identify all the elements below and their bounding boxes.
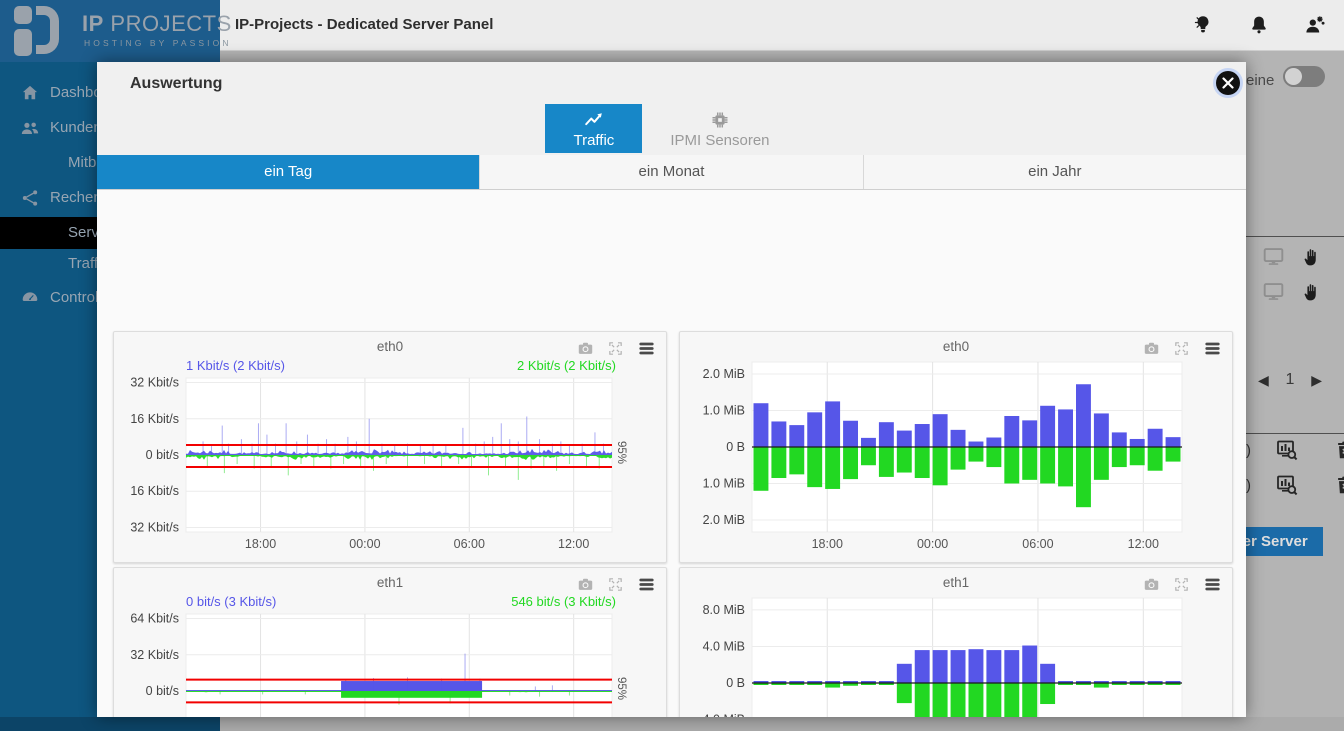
home-icon: [20, 83, 40, 103]
svg-text:00:00: 00:00: [917, 537, 948, 551]
range-tab-bar: ein Tagein Monatein Jahr: [97, 155, 1246, 190]
server-action-row: ): [1246, 438, 1344, 462]
tab-ipmi-sensoren[interactable]: IPMI Sensoren: [642, 104, 797, 153]
svg-text:12:00: 12:00: [558, 537, 589, 551]
chart-line: [583, 109, 605, 131]
topbar-icons: [1192, 0, 1326, 50]
percentile-label: 95%: [615, 677, 627, 700]
svg-text:06:00: 06:00: [454, 537, 485, 551]
lightbulb-icon: [1192, 14, 1214, 36]
svg-text:32 Kbit/s: 32 Kbit/s: [130, 376, 179, 390]
chart-plot: 18:00 00:00 06:00 12:00 32 Kbit/s 16 Kbit/s 0 …: [114, 332, 666, 562]
brand-tagline: HOSTING BY PASSION: [84, 38, 232, 48]
logo[interactable]: IP PROJECTS HOSTING BY PASSION: [0, 0, 220, 62]
svg-text:0 bit/s: 0 bit/s: [146, 684, 179, 698]
tab-bar: Traffic IPMI Sensoren: [97, 104, 1246, 153]
server-action-row: ): [1246, 473, 1344, 497]
next-page-icon[interactable]: ▶: [1311, 372, 1322, 389]
server-row: [1262, 280, 1323, 303]
chart-plot: 18:0000:0006:0012:008.0 MiB4.0 MiB0 B4.0…: [680, 568, 1232, 717]
trash-icon[interactable]: [1334, 439, 1344, 461]
auswertung-modal: Auswertung TrafficIPMI Sensoren ein Tage…: [97, 62, 1246, 717]
sidebar-item-label: Kunden: [50, 112, 102, 144]
svg-text:12:00: 12:00: [1128, 537, 1159, 551]
svg-text:06:00: 06:00: [1022, 537, 1053, 551]
truncated-text-fragment: ): [1246, 477, 1251, 494]
svg-text:32 Kbit/s: 32 Kbit/s: [130, 648, 179, 662]
lightbulb-icon[interactable]: [1192, 14, 1214, 36]
charts-body: eth01 Kbit/s (2 Kbit/s)2 Kbit/s (2 Kbit/…: [97, 190, 1246, 717]
svg-text:64 Kbit/s: 64 Kbit/s: [130, 612, 179, 626]
trash-icon[interactable]: [1334, 474, 1344, 496]
page-bottom-strip: [220, 717, 1344, 731]
bell-icon[interactable]: [1248, 14, 1270, 36]
sidebar-footer-strip: [0, 717, 220, 731]
page-title: IP-Projects - Dedicated Server Panel: [235, 0, 493, 50]
gauge-icon: [20, 288, 40, 308]
chart-search-icon[interactable]: [1275, 473, 1299, 497]
hand-icon[interactable]: [1303, 247, 1323, 267]
close-button[interactable]: [1216, 71, 1240, 95]
chart-panel-eth0: eth01 Kbit/s (2 Kbit/s)2 Kbit/s (2 Kbit/…: [113, 331, 667, 563]
brand-text: IP PROJECTS: [82, 11, 232, 37]
modal-title: Auswertung: [130, 75, 222, 93]
divider: [1246, 433, 1344, 434]
svg-text:18:00: 18:00: [245, 537, 276, 551]
svg-text:16 Kbit/s: 16 Kbit/s: [130, 484, 179, 498]
share: [20, 188, 40, 208]
pagination: ◀ 1 ▶: [1258, 371, 1322, 389]
chart-panel-eth1: eth118:0000:0006:0012:008.0 MiB4.0 MiB0 …: [679, 567, 1233, 717]
svg-text:1.0 MiB: 1.0 MiB: [703, 476, 745, 490]
monitor-icon[interactable]: [1262, 245, 1285, 268]
range-tab-ein-monat[interactable]: ein Monat: [480, 155, 863, 189]
svg-text:0 B: 0 B: [726, 440, 745, 454]
users: [20, 118, 40, 138]
logo-monogram-icon: [14, 6, 72, 56]
range-tab-ein-tag[interactable]: ein Tag: [97, 155, 480, 189]
app-root: IP-Projects - Dedicated Server Panel IP …: [0, 0, 1344, 731]
overlay-strip-top: [220, 50, 1344, 62]
chart-plot: 18:00 00:00 06:00 12:00 2.0 MiB 1.0 MiB 0 B 1.0…: [680, 332, 1232, 562]
gauge: [20, 288, 40, 308]
chart-panel-eth1: eth10 bit/s (3 Kbit/s)546 bit/s (3 Kbit/…: [113, 567, 667, 717]
svg-text:18:00: 18:00: [812, 537, 843, 551]
monitor-icon[interactable]: [1262, 280, 1285, 303]
chart-search-icon[interactable]: [1275, 438, 1299, 462]
divider: [1246, 236, 1344, 237]
toggle-knob: [1285, 68, 1302, 85]
tab-label: IPMI Sensoren: [670, 132, 769, 149]
hand-icon[interactable]: [1303, 282, 1323, 302]
home: [20, 83, 40, 103]
bell-icon: [1248, 14, 1270, 36]
svg-text:0 B: 0 B: [726, 676, 745, 690]
close-icon: [1222, 77, 1234, 89]
svg-text:16 Kbit/s: 16 Kbit/s: [130, 412, 179, 426]
server-row: [1262, 245, 1323, 268]
svg-text:4.0 MiB: 4.0 MiB: [703, 639, 745, 653]
svg-text:00:00: 00:00: [349, 537, 380, 551]
user-settings-icon: [1304, 14, 1326, 36]
background-toggle-label: eine: [1246, 72, 1274, 89]
prev-page-icon[interactable]: ◀: [1258, 372, 1269, 389]
tab-label: Traffic: [573, 132, 614, 149]
svg-text:4.0 MiB: 4.0 MiB: [703, 713, 745, 717]
range-tab-ein-jahr[interactable]: ein Jahr: [864, 155, 1246, 189]
svg-text:1.0 MiB: 1.0 MiB: [703, 404, 745, 418]
chart-panel-eth0: eth018:0000:0006:0012:002.0 MiB1.0 MiB0 …: [679, 331, 1233, 563]
toggle-switch[interactable]: [1283, 66, 1325, 87]
chart-plot: 18:0000:0006:0012:0064 Kbit/s32 Kbit/s0 …: [114, 568, 666, 717]
svg-text:2.0 MiB: 2.0 MiB: [703, 513, 745, 527]
chip: [709, 109, 731, 131]
users-icon: [20, 118, 40, 138]
truncated-text-fragment: ): [1246, 442, 1251, 459]
svg-text:8.0 MiB: 8.0 MiB: [703, 603, 745, 617]
svg-text:32 Kbit/s: 32 Kbit/s: [130, 520, 179, 534]
svg-text:0 bit/s: 0 bit/s: [146, 448, 179, 462]
share-icon: [20, 188, 40, 208]
tab-traffic[interactable]: Traffic: [545, 104, 642, 153]
percentile-label: 95%: [615, 441, 627, 464]
page-number: 1: [1286, 371, 1295, 389]
svg-text:2.0 MiB: 2.0 MiB: [703, 367, 745, 381]
user-settings-icon[interactable]: [1304, 14, 1326, 36]
